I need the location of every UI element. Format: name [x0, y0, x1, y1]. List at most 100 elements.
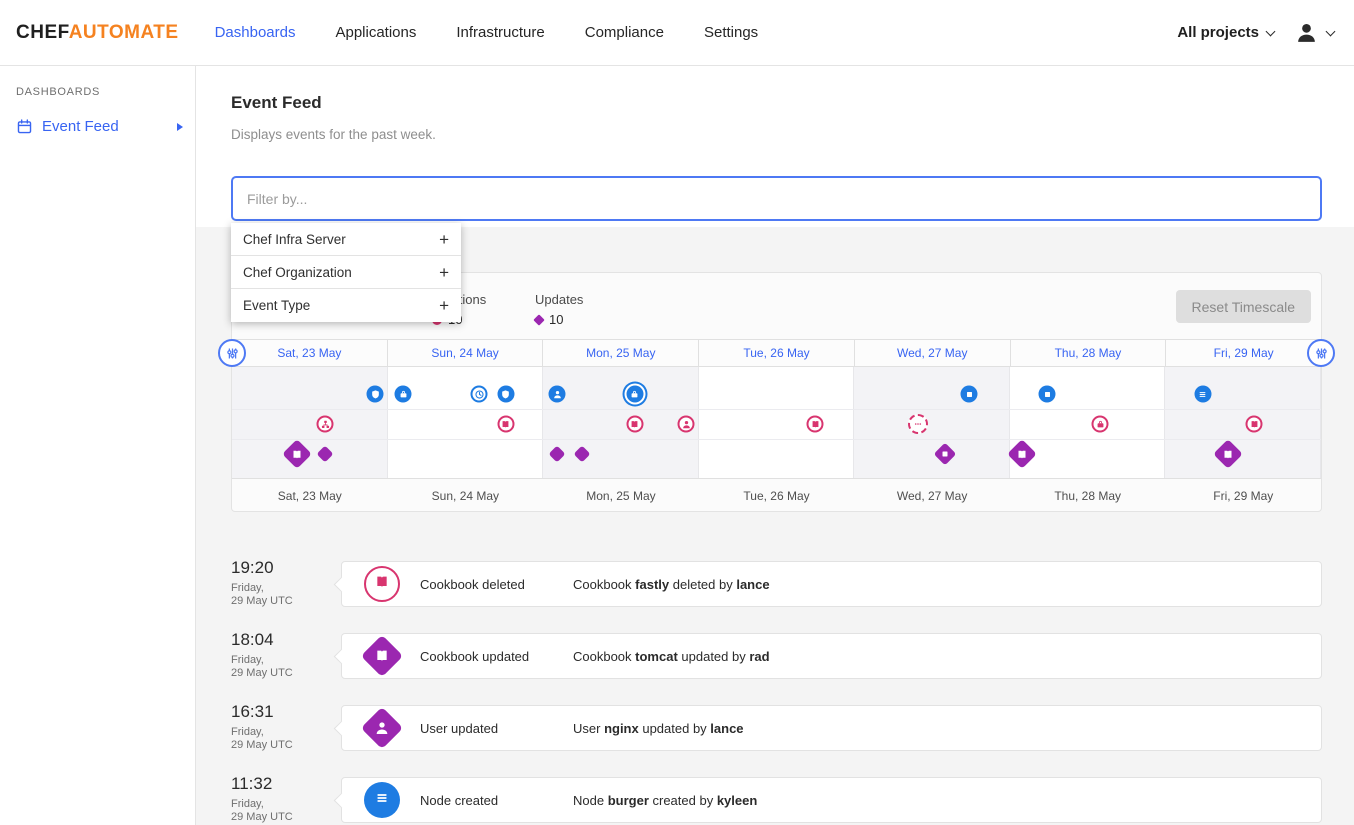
event-description: Cookbook tomcat updated by rad [573, 649, 770, 664]
nav-compliance[interactable]: Compliance [585, 24, 664, 41]
tune-icon [1314, 346, 1329, 361]
plus-icon[interactable]: + [439, 297, 449, 314]
bag-icon [398, 389, 408, 399]
day-header-link[interactable]: Mon, 25 May [543, 340, 699, 366]
cookbook-icon [374, 574, 390, 590]
timeline-day-headers: Sat, 23 MaySun, 24 MayMon, 25 MayTue, 26… [232, 339, 1321, 367]
logo-chef: CHEF [16, 22, 69, 43]
day-header-link[interactable]: Thu, 28 May [1011, 340, 1167, 366]
marker-delete[interactable] [678, 416, 695, 433]
event-date: Friday,29 May UTC [231, 654, 341, 680]
marker-create[interactable] [1194, 386, 1211, 403]
marker-delete[interactable] [497, 416, 514, 433]
day-footer-label: Mon, 25 May [543, 489, 699, 503]
event-card: Node createdNode burger created by kylee… [341, 777, 1322, 823]
cookbook-icon [501, 419, 511, 429]
marker-create[interactable] [497, 386, 514, 403]
stat-updates-count: 10 [549, 312, 563, 327]
sidebar-item-event-feed[interactable]: Event Feed [0, 113, 195, 140]
nav-settings[interactable]: Settings [704, 24, 758, 41]
event-date: Friday,29 May UTC [231, 582, 341, 608]
cookbook-icon [630, 419, 640, 429]
day-footer-label: Sun, 24 May [388, 489, 544, 503]
user-icon [361, 707, 403, 749]
clock-icon [474, 389, 484, 399]
nav-dashboards[interactable]: Dashboards [215, 24, 296, 41]
event-time: 19:20 [231, 558, 341, 578]
filter-option-event-type[interactable]: Event Type + [231, 289, 461, 322]
cube-icon [964, 389, 974, 399]
marker-delete[interactable] [317, 416, 334, 433]
marker-create[interactable] [961, 386, 978, 403]
event-list: 19:20Friday,29 May UTCCookbook deletedCo… [231, 558, 1322, 824]
day-header-link[interactable]: Sun, 24 May [388, 340, 544, 366]
event-description: User nginx updated by lance [573, 721, 744, 736]
projects-filter-dropdown[interactable]: All projects [1177, 24, 1274, 41]
node-icon [364, 782, 400, 818]
marker-delete[interactable] [1246, 416, 1263, 433]
sidebar: DASHBOARDS Event Feed [0, 66, 196, 825]
event-description: Cookbook fastly deleted by lance [573, 577, 770, 592]
marker-create[interactable] [471, 386, 488, 403]
nav-applications[interactable]: Applications [335, 24, 416, 41]
day-header-link[interactable]: Sat, 23 May [232, 340, 388, 366]
plus-icon[interactable]: + [439, 264, 449, 281]
day-column [854, 367, 1010, 478]
node-icon [1198, 389, 1208, 399]
reset-timescale-button[interactable]: Reset Timescale [1176, 290, 1311, 323]
filter-input[interactable] [231, 176, 1322, 221]
marker-delete[interactable] [626, 416, 643, 433]
marker-delete[interactable] [908, 414, 928, 434]
day-footer-label: Thu, 28 May [1010, 489, 1166, 503]
filter-option-chef-organization[interactable]: Chef Organization + [231, 256, 461, 289]
filter-option-chef-infra-server[interactable]: Chef Infra Server + [231, 223, 461, 256]
day-column [1010, 367, 1166, 478]
user-menu[interactable] [1294, 20, 1334, 45]
event-type-label: Cookbook deleted [420, 577, 573, 592]
marker-create[interactable] [549, 386, 566, 403]
filter-option-label: Chef Infra Server [243, 232, 346, 247]
day-column [1165, 367, 1321, 478]
marker-create[interactable] [367, 386, 384, 403]
day-column [699, 367, 855, 478]
marker-create[interactable] [626, 386, 643, 403]
event-timestamp: 16:31Friday,29 May UTC [231, 702, 341, 752]
logo-automate: AUTOMATE [69, 22, 179, 43]
cookbook-icon [1016, 448, 1028, 460]
timeline-day-footers: Sat, 23 MaySun, 24 MayMon, 25 MayTue, 26… [232, 479, 1321, 512]
event-type-label: User updated [420, 721, 573, 736]
bag-icon [630, 389, 640, 399]
nav-infrastructure[interactable]: Infrastructure [456, 24, 544, 41]
day-header-link[interactable]: Wed, 27 May [855, 340, 1011, 366]
marker-create[interactable] [395, 386, 412, 403]
event-row: 11:32Friday,29 May UTCNode createdNode b… [231, 774, 1322, 824]
cookbook-icon [1222, 448, 1234, 460]
timescale-slider-right[interactable] [1307, 339, 1335, 367]
stat-updates: Updates 10 [535, 292, 583, 327]
day-header-link[interactable]: Tue, 26 May [699, 340, 855, 366]
day-column [543, 367, 699, 478]
day-column [388, 367, 544, 478]
marker-delete[interactable] [807, 416, 824, 433]
cookbook-icon [810, 419, 820, 429]
cube-icon [1042, 389, 1052, 399]
cookbook-icon [374, 648, 390, 664]
cookbook-icon [1249, 419, 1259, 429]
chef-automate-logo: CHEFAUTOMATE [16, 22, 179, 44]
stat-updates-label: Updates [535, 292, 583, 307]
event-timestamp: 18:04Friday,29 May UTC [231, 630, 341, 680]
event-card: User updatedUser nginx updated by lance [341, 705, 1322, 751]
day-header-link[interactable]: Fri, 29 May [1166, 340, 1321, 366]
org-icon [320, 419, 330, 429]
timescale-slider-left[interactable] [218, 339, 246, 367]
main-content: Event Feed Displays events for the past … [196, 66, 1354, 825]
marker-create[interactable] [1039, 386, 1056, 403]
plus-icon[interactable]: + [439, 231, 449, 248]
day-column [232, 367, 388, 478]
marker-delete[interactable] [1092, 416, 1109, 433]
tune-icon [225, 346, 240, 361]
event-date: Friday,29 May UTC [231, 798, 341, 824]
day-footer-label: Sat, 23 May [232, 489, 388, 503]
filter-option-label: Event Type [243, 298, 310, 313]
event-time: 16:31 [231, 702, 341, 722]
